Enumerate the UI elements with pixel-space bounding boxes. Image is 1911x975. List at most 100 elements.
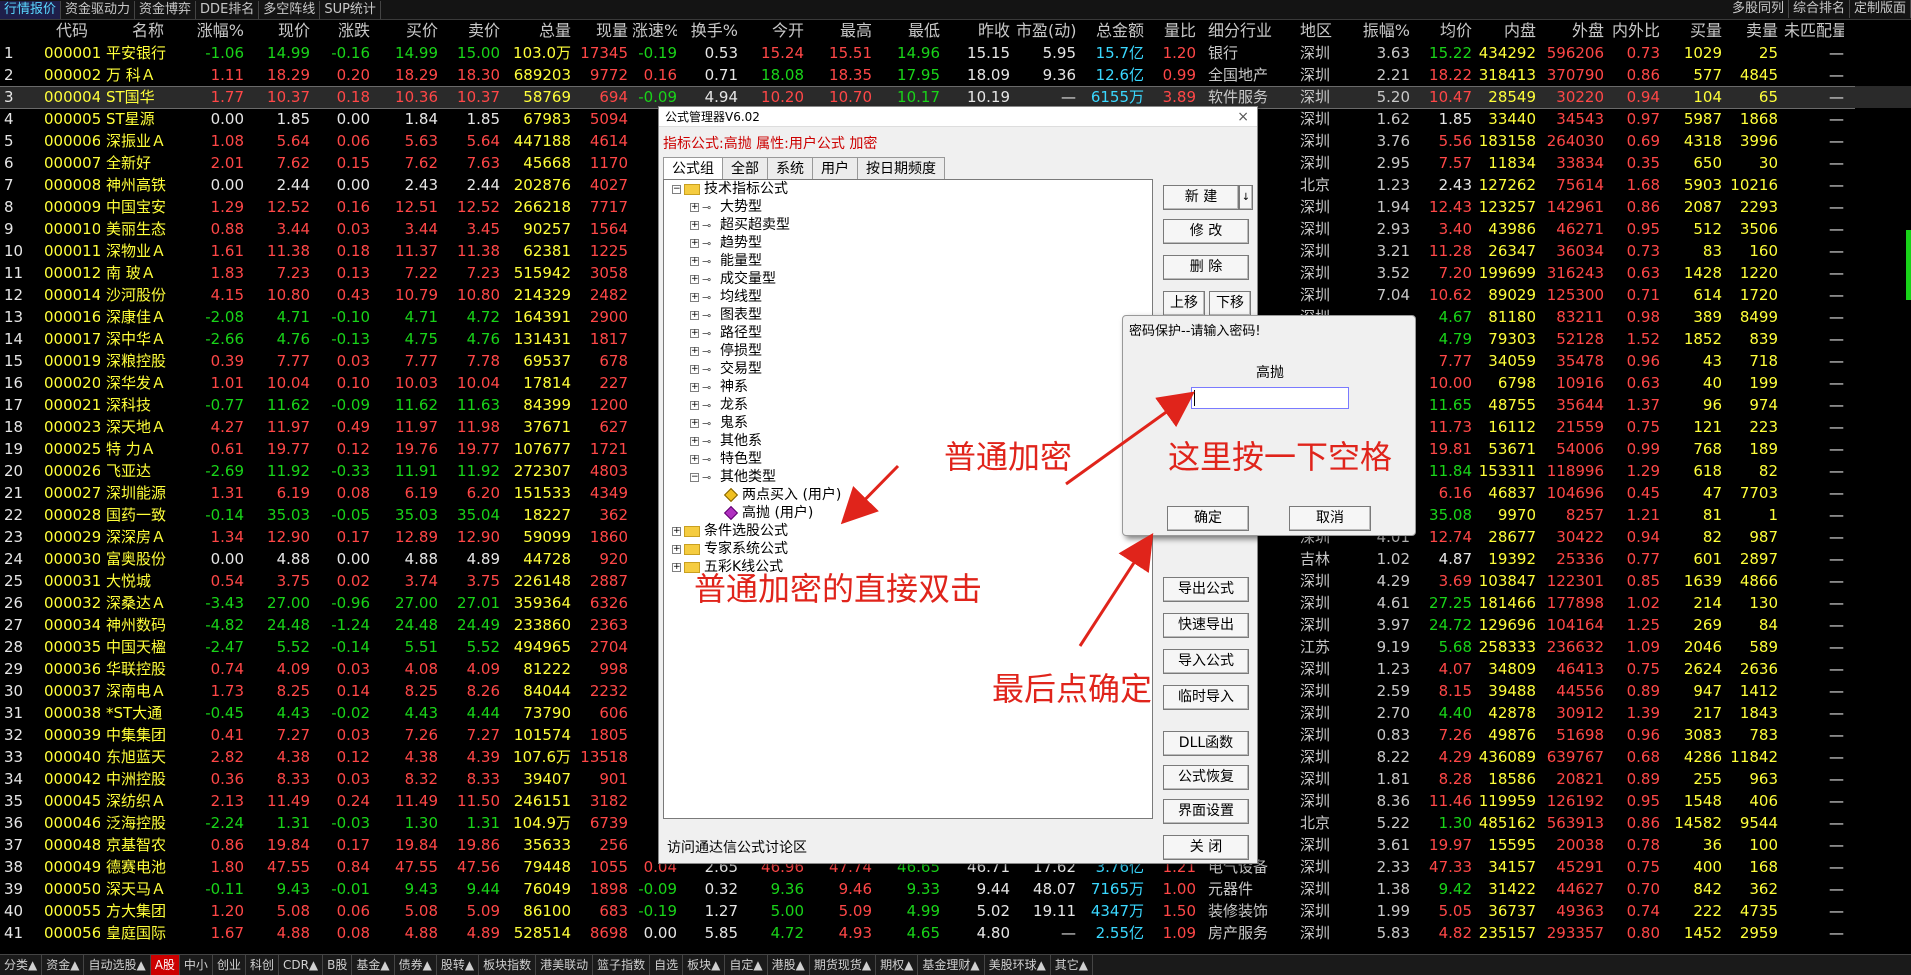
- top-tab[interactable]: 资金驱动力: [61, 0, 136, 19]
- delete-button[interactable]: 删 除: [1163, 255, 1249, 280]
- column-header[interactable]: 涨幅%: [188, 20, 244, 42]
- expand-icon[interactable]: +: [672, 544, 681, 554]
- column-header[interactable]: 换手%: [690, 20, 738, 42]
- bottom-tab[interactable]: 其它▲: [1051, 955, 1094, 975]
- expand-icon[interactable]: +: [690, 238, 699, 248]
- export-formula-button[interactable]: 导出公式: [1163, 577, 1249, 602]
- table-row[interactable]: 39 000050 深天马Ａ -0.11 9.43 -0.01 9.43 9.44 76049 1…: [0, 878, 1911, 900]
- tree-group[interactable]: + ⊸ 图表型: [690, 306, 762, 324]
- tree-group[interactable]: + ⊸ 交易型: [690, 360, 762, 378]
- column-header[interactable]: 最低: [876, 20, 940, 42]
- column-header[interactable]: 涨跌: [314, 20, 370, 42]
- expand-icon[interactable]: +: [690, 328, 699, 338]
- column-header[interactable]: 均价: [1420, 20, 1472, 42]
- cancel-button[interactable]: 取消: [1289, 506, 1371, 531]
- column-header[interactable]: 涨速%: [632, 20, 677, 42]
- new-dropdown-icon[interactable]: ↓: [1239, 185, 1253, 210]
- import-formula-button[interactable]: 导入公式: [1163, 649, 1249, 674]
- expand-icon[interactable]: +: [672, 526, 681, 536]
- ok-button[interactable]: 确定: [1167, 506, 1249, 531]
- expand-icon[interactable]: +: [690, 202, 699, 212]
- tree-group[interactable]: + ⊸ 路径型: [690, 324, 762, 342]
- formula-tab[interactable]: 用户: [812, 157, 858, 179]
- expand-icon[interactable]: +: [690, 436, 699, 446]
- quick-export-button[interactable]: 快速导出: [1163, 613, 1249, 638]
- bottom-tab[interactable]: 自动选股▲: [84, 955, 151, 975]
- bottom-tab[interactable]: 板块▲: [683, 955, 726, 975]
- bottom-tab[interactable]: 篮子指数: [593, 955, 651, 975]
- close-icon[interactable]: ×: [1237, 109, 1249, 125]
- top-right-tab[interactable]: 多股同列: [1728, 0, 1789, 18]
- tree-item[interactable]: 两点买入 (用户): [722, 486, 841, 504]
- column-header[interactable]: 市盈(动): [1016, 20, 1076, 42]
- expand-icon[interactable]: +: [690, 256, 699, 266]
- expand-icon[interactable]: +: [690, 292, 699, 302]
- collapse-icon[interactable]: −: [690, 472, 699, 482]
- new-button[interactable]: 新 建: [1163, 185, 1239, 210]
- tree-root[interactable]: − 技术指标公式: [672, 180, 788, 198]
- ui-settings-button[interactable]: 界面设置: [1163, 799, 1249, 824]
- password-input[interactable]: [1191, 387, 1349, 409]
- bottom-tab[interactable]: 债券▲: [395, 955, 437, 975]
- tree-group-other[interactable]: − ⊸ 其他类型: [690, 468, 776, 486]
- column-header[interactable]: 总量: [503, 20, 571, 42]
- tree-group[interactable]: + ⊸ 成交量型: [690, 270, 776, 288]
- right-scroll-indicator[interactable]: [1906, 230, 1911, 300]
- tree-group[interactable]: + ⊸ 能量型: [690, 252, 762, 270]
- bottom-tab[interactable]: 资金▲: [42, 955, 85, 975]
- formula-tree[interactable]: − 技术指标公式 + ⊸ 大势型 + ⊸ 超买超卖型 + ⊸ 趋势型 + ⊸ 能量型 + ⊸ 成交量型 + ⊸ 均线型…: [663, 179, 1153, 819]
- column-header[interactable]: 细分行业: [1208, 20, 1278, 42]
- close-button[interactable]: 关 闭: [1163, 835, 1249, 860]
- tree-root[interactable]: + 条件选股公式: [672, 522, 788, 540]
- tree-group[interactable]: + ⊸ 均线型: [690, 288, 762, 306]
- bottom-tab[interactable]: 自定▲: [725, 955, 768, 975]
- column-header[interactable]: 现量: [576, 20, 628, 42]
- bottom-tab[interactable]: 科创: [246, 955, 279, 975]
- bottom-tab[interactable]: 港股▲: [768, 955, 810, 975]
- column-header[interactable]: 买价: [380, 20, 438, 42]
- column-header[interactable]: 卖价: [444, 20, 500, 42]
- expand-icon[interactable]: +: [690, 364, 699, 374]
- top-right-tab[interactable]: 定制版面: [1850, 0, 1911, 18]
- expand-icon[interactable]: +: [690, 382, 699, 392]
- top-tab[interactable]: DDE排名: [196, 0, 260, 19]
- column-header[interactable]: 现价: [248, 20, 310, 42]
- forum-link[interactable]: 访问通达信公式讨论区: [667, 837, 807, 857]
- table-row[interactable]: 3 000004 ST国华 1.77 10.37 0.18 10.36 10.37 58769 6…: [0, 86, 1911, 108]
- tree-item-gaopao[interactable]: 高抛 (用户): [722, 504, 813, 522]
- tree-group[interactable]: + ⊸ 神系: [690, 378, 748, 396]
- top-tab[interactable]: 多空阵线: [259, 0, 321, 19]
- top-tab[interactable]: 行情报价: [0, 0, 62, 19]
- temp-import-button[interactable]: 临时导入: [1163, 685, 1249, 710]
- formula-tab[interactable]: 全部: [722, 157, 768, 179]
- column-header[interactable]: 地区: [1300, 20, 1340, 42]
- column-header[interactable]: 名称: [106, 20, 190, 42]
- column-header[interactable]: 未匹配量: [1784, 20, 1844, 42]
- tree-group[interactable]: + ⊸ 其他系: [690, 432, 762, 450]
- column-header[interactable]: [4, 20, 32, 42]
- bottom-tab[interactable]: 股转▲: [437, 955, 480, 975]
- expand-icon[interactable]: +: [690, 310, 699, 320]
- tree-group[interactable]: + ⊸ 趋势型: [690, 234, 762, 252]
- expand-icon[interactable]: +: [672, 562, 681, 572]
- bottom-tab[interactable]: 期货现货▲: [810, 955, 877, 975]
- tree-group[interactable]: + ⊸ 特色型: [690, 450, 762, 468]
- column-header[interactable]: 振幅%: [1356, 20, 1410, 42]
- table-row[interactable]: 1 000001 平安银行 -1.06 14.99 -0.16 14.99 15.00 103.…: [0, 42, 1911, 64]
- expand-icon[interactable]: +: [690, 454, 699, 464]
- bottom-tab[interactable]: 基金▲: [352, 955, 395, 975]
- expand-icon[interactable]: +: [690, 220, 699, 230]
- column-header[interactable]: 卖量: [1728, 20, 1778, 42]
- bottom-tab[interactable]: CDR▲: [279, 955, 324, 975]
- tree-group[interactable]: + ⊸ 鬼系: [690, 414, 748, 432]
- expand-icon[interactable]: +: [690, 400, 699, 410]
- top-right-tab[interactable]: 综合排名: [1789, 0, 1850, 18]
- bottom-tab[interactable]: 港美联动: [536, 955, 594, 975]
- formula-restore-button[interactable]: 公式恢复: [1163, 765, 1249, 790]
- bottom-tab[interactable]: 分类▲: [0, 955, 43, 975]
- column-header[interactable]: 内盘: [1478, 20, 1536, 42]
- column-header[interactable]: 今开: [742, 20, 804, 42]
- formula-tab[interactable]: 系统: [767, 157, 813, 179]
- bottom-tab[interactable]: 美股环球▲: [985, 955, 1051, 975]
- bottom-tab[interactable]: 板块指数: [479, 955, 537, 975]
